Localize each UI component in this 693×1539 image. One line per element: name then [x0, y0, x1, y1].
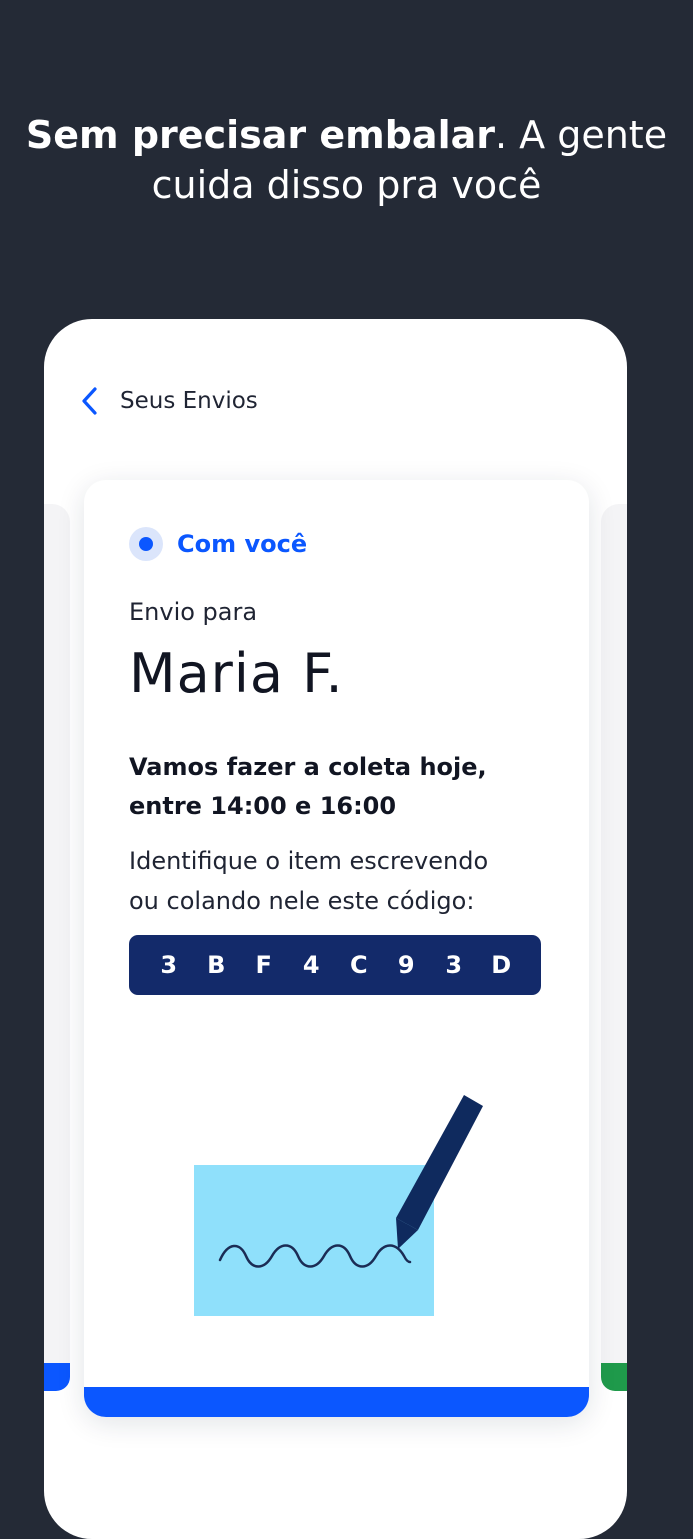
instruction-text: Identifique o item escrevendo ou colando… [129, 841, 549, 921]
code-char: B [207, 951, 226, 979]
code-char: C [349, 951, 368, 979]
chevron-left-icon[interactable] [80, 386, 100, 416]
next-shipment-card[interactable] [601, 504, 627, 1391]
headline-bold: Sem precisar embalar [25, 113, 495, 157]
code-char: 3 [160, 951, 178, 979]
shipment-card[interactable]: Com você Envio para Maria F. Vamos fazer… [84, 480, 589, 1417]
pen-writing-on-paper-icon [184, 1090, 494, 1324]
code-char: 9 [397, 951, 415, 979]
instruction-line-1: Identifique o item escrevendo [129, 847, 489, 875]
code-char: 3 [445, 951, 463, 979]
code-char: D [491, 951, 512, 979]
phone-screen: Seus Envios Com você Envio para Maria F.… [44, 319, 627, 1539]
headline: Sem precisar embalar. A gente cuida diss… [0, 110, 693, 210]
identification-code: 3 B F 4 C 9 3 D [129, 935, 541, 995]
pickup-line-1: Vamos fazer a coleta hoje, [129, 753, 487, 781]
code-char: 4 [302, 951, 320, 979]
previous-shipment-card[interactable] [44, 504, 70, 1391]
navigation-bar: Seus Envios [80, 381, 258, 421]
instruction-line-2: ou colando nele este código: [129, 887, 475, 915]
next-card-bar [601, 1363, 627, 1391]
status-dot-icon [129, 527, 163, 561]
pickup-line-2: entre 14:00 e 16:00 [129, 792, 397, 820]
envio-label: Envio para [129, 598, 258, 626]
status-text: Com você [177, 530, 308, 558]
card-bottom-bar [84, 1387, 589, 1417]
recipient-name: Maria F. [129, 642, 344, 705]
previous-card-bar [44, 1363, 70, 1391]
code-char: F [255, 951, 272, 979]
nav-title: Seus Envios [120, 388, 258, 414]
pickup-info: Vamos fazer a coleta hoje, entre 14:00 e… [129, 748, 549, 826]
status-badge: Com você [129, 527, 307, 561]
